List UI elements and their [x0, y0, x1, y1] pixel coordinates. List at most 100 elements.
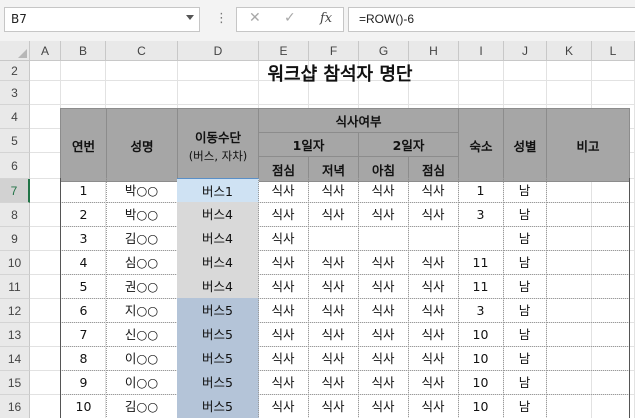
- day2-lunch-cell[interactable]: 식사: [408, 202, 459, 227]
- column-header-d[interactable]: D: [178, 41, 259, 61]
- note-cell[interactable]: [546, 298, 630, 323]
- lodging-cell[interactable]: 11: [458, 250, 504, 275]
- day1-lunch-cell[interactable]: 식사: [258, 346, 309, 371]
- header-note[interactable]: 비고: [546, 108, 630, 182]
- day1-dinner-cell[interactable]: [308, 226, 359, 251]
- row-header-10[interactable]: 10: [0, 251, 30, 275]
- day1-dinner-cell[interactable]: 식사: [308, 250, 359, 275]
- day2-breakfast-cell[interactable]: 식사: [358, 322, 409, 347]
- day2-breakfast-cell[interactable]: 식사: [358, 250, 409, 275]
- no-cell[interactable]: 5: [60, 274, 107, 299]
- day1-lunch-cell[interactable]: 식사: [258, 298, 309, 323]
- day1-dinner-cell[interactable]: 식사: [308, 370, 359, 395]
- row-header-2[interactable]: 2: [0, 61, 30, 81]
- column-header-a[interactable]: A: [30, 41, 61, 61]
- note-cell[interactable]: [546, 274, 630, 299]
- header-no[interactable]: 연번: [60, 108, 107, 182]
- row-header-5[interactable]: 5: [0, 129, 30, 153]
- transport-cell[interactable]: 버스5: [177, 394, 259, 418]
- name-cell[interactable]: 권○○: [106, 274, 178, 299]
- row-header-8[interactable]: 8: [0, 203, 30, 227]
- day2-lunch-cell[interactable]: 식사: [408, 274, 459, 299]
- lodging-cell[interactable]: 10: [458, 346, 504, 371]
- no-cell[interactable]: 4: [60, 250, 107, 275]
- lodging-cell[interactable]: 10: [458, 394, 504, 418]
- name-cell[interactable]: 신○○: [106, 322, 178, 347]
- note-cell[interactable]: [546, 394, 630, 418]
- note-cell[interactable]: [546, 250, 630, 275]
- lodging-cell[interactable]: 10: [458, 322, 504, 347]
- day2-lunch-cell[interactable]: 식사: [408, 298, 459, 323]
- name-cell[interactable]: 김○○: [106, 226, 178, 251]
- day1-lunch-cell[interactable]: 식사: [258, 250, 309, 275]
- row-header-15[interactable]: 15: [0, 371, 30, 395]
- header-day1[interactable]: 1일자: [258, 132, 359, 157]
- gender-cell[interactable]: 남: [503, 250, 547, 275]
- day2-breakfast-cell[interactable]: 식사: [358, 346, 409, 371]
- row-header-14[interactable]: 14: [0, 347, 30, 371]
- insert-function-icon[interactable]: fx: [320, 11, 332, 26]
- note-cell[interactable]: [546, 178, 630, 203]
- day1-lunch-cell[interactable]: 식사: [258, 322, 309, 347]
- row-header-7[interactable]: 7: [0, 179, 30, 203]
- header-day2[interactable]: 2일자: [358, 132, 459, 157]
- select-all-corner[interactable]: [0, 41, 30, 61]
- name-cell[interactable]: 김○○: [106, 394, 178, 418]
- formula-input[interactable]: =ROW()-6: [348, 7, 635, 32]
- day2-lunch-cell[interactable]: 식사: [408, 370, 459, 395]
- column-header-l[interactable]: L: [592, 41, 635, 61]
- name-box[interactable]: B7: [4, 7, 200, 32]
- header-meals[interactable]: 식사여부: [258, 108, 459, 133]
- header-lodging[interactable]: 숙소: [458, 108, 504, 182]
- name-cell[interactable]: 심○○: [106, 250, 178, 275]
- column-header-e[interactable]: E: [259, 41, 309, 61]
- gender-cell[interactable]: 남: [503, 274, 547, 299]
- day2-breakfast-cell[interactable]: 식사: [358, 274, 409, 299]
- column-header-g[interactable]: G: [359, 41, 409, 61]
- cancel-icon[interactable]: ✕: [249, 10, 261, 26]
- row-header-3[interactable]: 3: [0, 81, 30, 105]
- chevron-down-icon[interactable]: [186, 15, 194, 20]
- gender-cell[interactable]: 남: [503, 178, 547, 203]
- day2-breakfast-cell[interactable]: 식사: [358, 178, 409, 203]
- lodging-cell[interactable]: 10: [458, 370, 504, 395]
- day1-dinner-cell[interactable]: 식사: [308, 274, 359, 299]
- gender-cell[interactable]: 남: [503, 346, 547, 371]
- gender-cell[interactable]: 남: [503, 298, 547, 323]
- name-cell[interactable]: 박○○: [106, 178, 178, 203]
- gender-cell[interactable]: 남: [503, 322, 547, 347]
- no-cell[interactable]: 7: [60, 322, 107, 347]
- day2-lunch-cell[interactable]: 식사: [408, 178, 459, 203]
- day1-dinner-cell[interactable]: 식사: [308, 322, 359, 347]
- transport-cell[interactable]: 버스4: [177, 250, 259, 275]
- header-transport[interactable]: 이동수단 (버스, 자차): [177, 108, 259, 182]
- gender-cell[interactable]: 남: [503, 394, 547, 418]
- note-cell[interactable]: [546, 370, 630, 395]
- row-header-6[interactable]: 6: [0, 153, 30, 179]
- transport-cell[interactable]: 버스4: [177, 226, 259, 251]
- check-icon[interactable]: ✓: [284, 10, 296, 26]
- no-cell[interactable]: 9: [60, 370, 107, 395]
- note-cell[interactable]: [546, 226, 630, 251]
- row-header-11[interactable]: 11: [0, 275, 30, 299]
- note-cell[interactable]: [546, 322, 630, 347]
- name-cell[interactable]: 이○○: [106, 346, 178, 371]
- name-cell[interactable]: 이○○: [106, 370, 178, 395]
- no-cell[interactable]: 1: [60, 178, 107, 203]
- lodging-cell[interactable]: 11: [458, 274, 504, 299]
- day2-lunch-cell[interactable]: 식사: [408, 322, 459, 347]
- day1-dinner-cell[interactable]: 식사: [308, 178, 359, 203]
- column-header-f[interactable]: F: [309, 41, 359, 61]
- day2-lunch-cell[interactable]: 식사: [408, 394, 459, 418]
- day2-breakfast-cell[interactable]: 식사: [358, 394, 409, 418]
- day2-breakfast-cell[interactable]: 식사: [358, 370, 409, 395]
- transport-cell[interactable]: 버스4: [177, 274, 259, 299]
- column-header-j[interactable]: J: [504, 41, 547, 61]
- transport-cell[interactable]: 버스4: [177, 202, 259, 227]
- transport-cell[interactable]: 버스5: [177, 370, 259, 395]
- day2-lunch-cell[interactable]: [408, 226, 459, 251]
- transport-cell[interactable]: 버스1: [177, 178, 259, 203]
- row-header-9[interactable]: 9: [0, 227, 30, 251]
- day2-lunch-cell[interactable]: 식사: [408, 346, 459, 371]
- name-cell[interactable]: 지○○: [106, 298, 178, 323]
